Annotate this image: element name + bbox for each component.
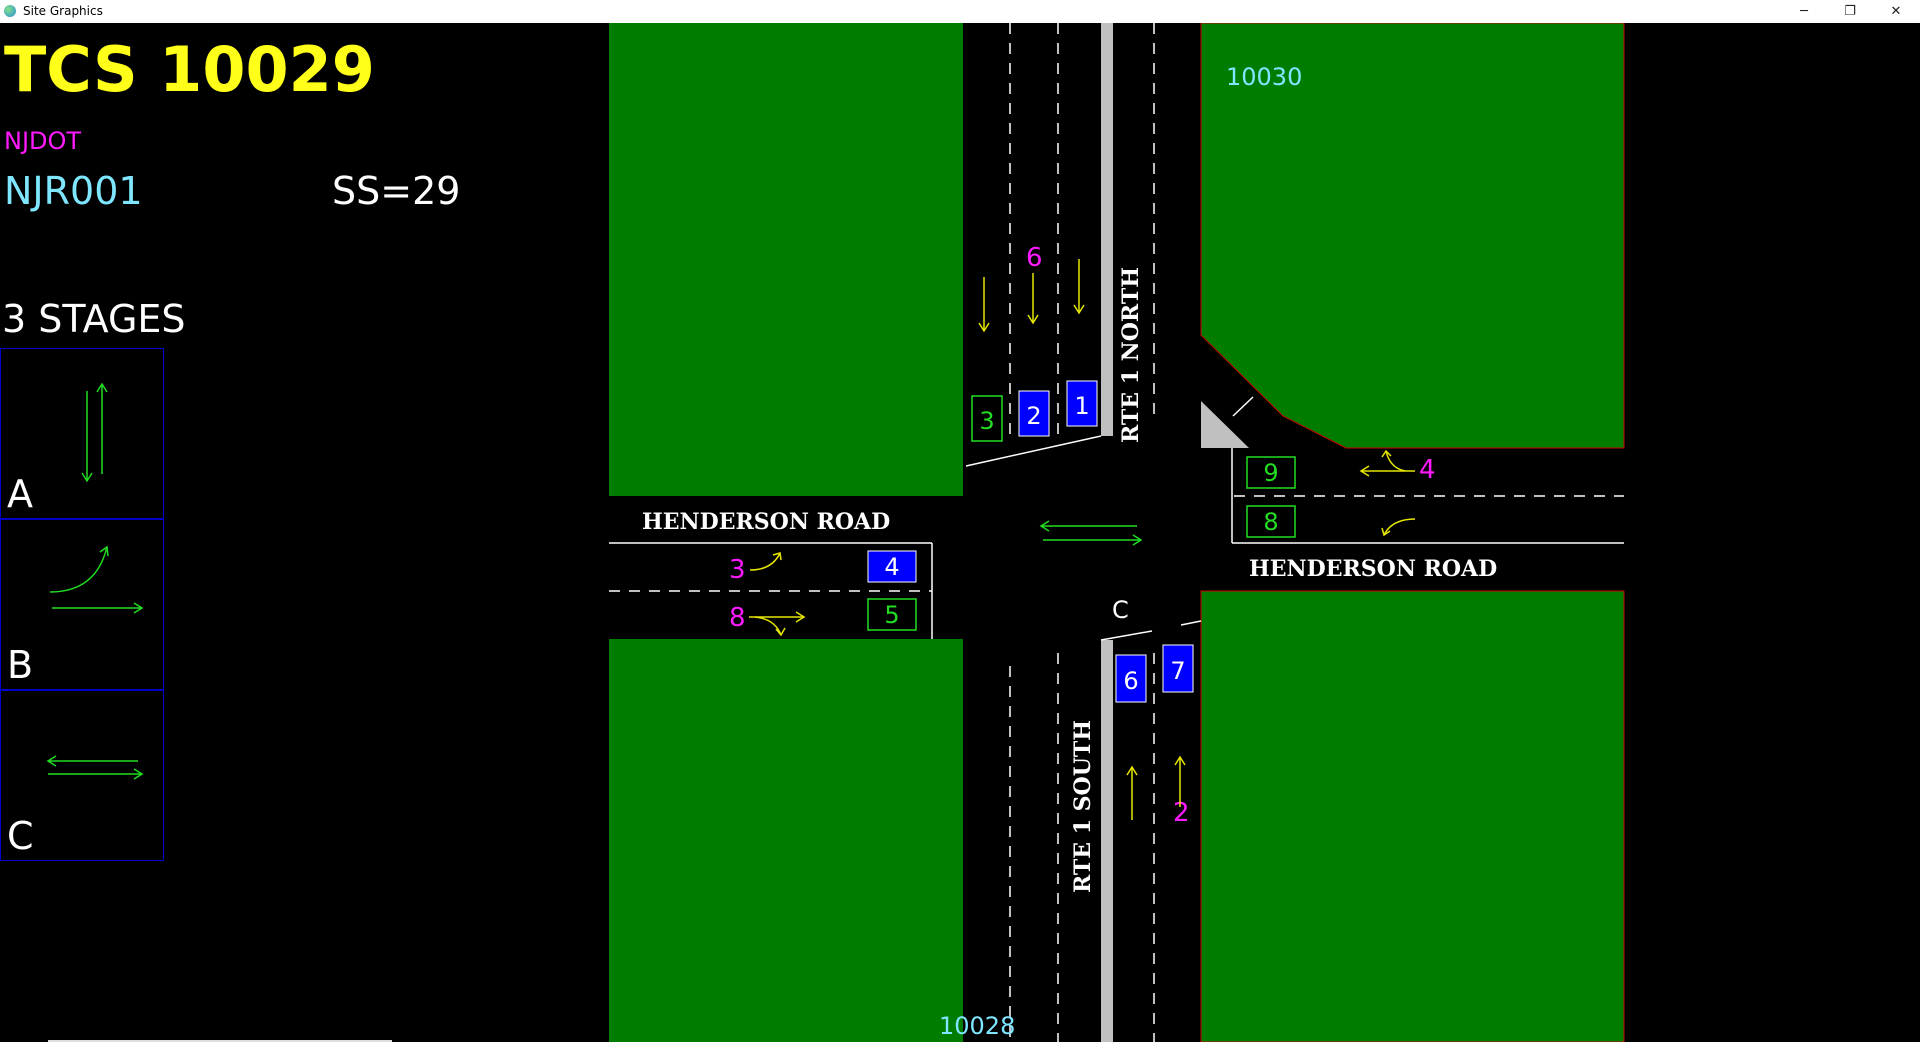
detector-5[interactable]: 5 [867,598,917,631]
median-south [1101,640,1113,1042]
svg-text:4: 4 [884,553,899,581]
close-button[interactable]: ✕ [1873,0,1919,23]
grass-block-se [1200,590,1625,1042]
stage-c-marker: C [1112,596,1129,624]
site-graphics-canvas: TCS 10029 NJDOT NJR001 SS=29 3 STAGES A … [0,23,1920,1042]
svg-text:7: 7 [1170,657,1185,685]
phase-3-label: 3 [729,555,746,585]
svg-text:9: 9 [1263,459,1278,487]
road-name-north: RTE 1 NORTH [1118,267,1144,443]
road-name-west: HENDERSON ROAD [642,509,890,535]
grass-block-nw [609,23,963,496]
site-ref-10030[interactable]: 10030 [1226,63,1302,91]
detector-7[interactable]: 7 [1162,644,1194,693]
svg-text:1: 1 [1074,392,1089,420]
detector-9[interactable]: 9 [1246,456,1296,489]
restore-button[interactable]: ❐ [1827,0,1873,23]
site-ref-10028[interactable]: 10028 [939,1012,1015,1040]
road-name-east: HENDERSON ROAD [1249,556,1497,582]
svg-text:5: 5 [884,601,899,629]
svg-text:8: 8 [1263,508,1278,536]
junction-stage-c-arrows [1039,520,1143,546]
window-title: Site Graphics [23,4,103,18]
grass-block-sw [609,639,963,1042]
svg-text:3: 3 [979,407,994,435]
svg-text:6: 6 [1123,667,1138,695]
detector-3[interactable]: 3 [971,395,1003,442]
minimize-button[interactable]: ─ [1781,0,1827,23]
title-bar: Site Graphics ─ ❐ ✕ [0,0,1920,23]
svg-text:2: 2 [1026,402,1041,430]
phase-4-label: 4 [1419,455,1436,485]
phase-6-label: 6 [1026,243,1043,273]
phase-8-label: 8 [729,603,746,633]
detector-4[interactable]: 4 [867,550,917,583]
app-icon [4,5,16,17]
detector-6[interactable]: 6 [1115,654,1147,703]
phase-2-label: 2 [1173,798,1190,828]
road-name-south: RTE 1 SOUTH [1070,720,1096,893]
median-north [1101,23,1113,436]
intersection-map: RTE 1 NORTH RTE 1 SOUTH HENDERSON ROAD H… [609,23,1625,1042]
detector-8[interactable]: 8 [1246,505,1296,538]
detector-2[interactable]: 2 [1018,390,1050,437]
detector-1[interactable]: 1 [1066,380,1098,427]
